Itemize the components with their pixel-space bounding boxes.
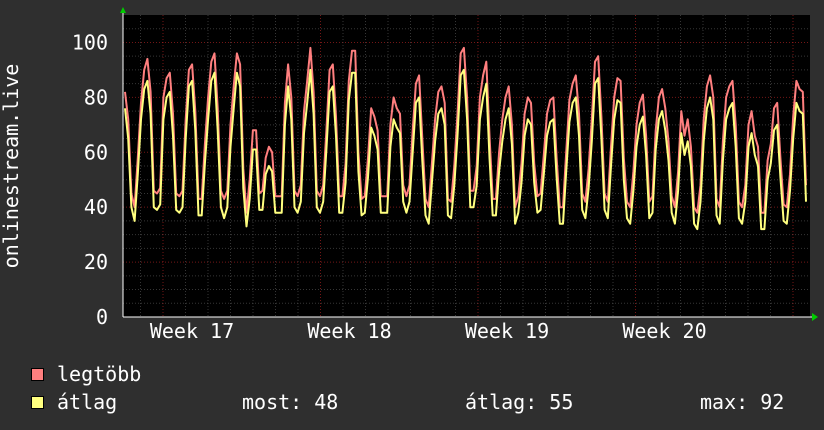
y-tick-label: 40 bbox=[84, 195, 108, 219]
x-axis-arrow-icon bbox=[812, 313, 818, 321]
y-tick-label: 0 bbox=[96, 305, 108, 329]
legend-swatch-avg bbox=[31, 395, 44, 409]
x-axis: Week 17 Week 18 Week 19 Week 20 bbox=[150, 319, 707, 343]
legend-label-avg: átlag bbox=[57, 390, 118, 414]
plot-area bbox=[123, 15, 810, 317]
x-tick-label: Week 17 bbox=[150, 319, 234, 343]
legend-item-max: legtöbb bbox=[31, 362, 141, 386]
y-axis: 0 20 40 60 80 100 bbox=[72, 30, 108, 329]
x-tick-label: Week 20 bbox=[622, 319, 706, 343]
legend-label-max: legtöbb bbox=[57, 362, 142, 386]
y-tick-label: 100 bbox=[72, 30, 108, 54]
stat-max: max: 92 bbox=[700, 390, 785, 414]
x-tick-label: Week 18 bbox=[307, 319, 391, 343]
stat-now: most: 48 bbox=[242, 390, 339, 414]
y-tick-label: 80 bbox=[84, 85, 108, 109]
y-tick-label: 20 bbox=[84, 250, 108, 274]
y-axis-arrow-icon bbox=[120, 7, 126, 13]
legend-swatch-max bbox=[31, 367, 44, 381]
stat-average: átlag: 55 bbox=[465, 390, 574, 414]
legend-item-avg: átlag bbox=[31, 390, 117, 414]
y-tick-label: 60 bbox=[84, 140, 108, 164]
x-tick-label: Week 19 bbox=[465, 319, 549, 343]
y-axis-label: onlinestream.live bbox=[0, 64, 23, 269]
